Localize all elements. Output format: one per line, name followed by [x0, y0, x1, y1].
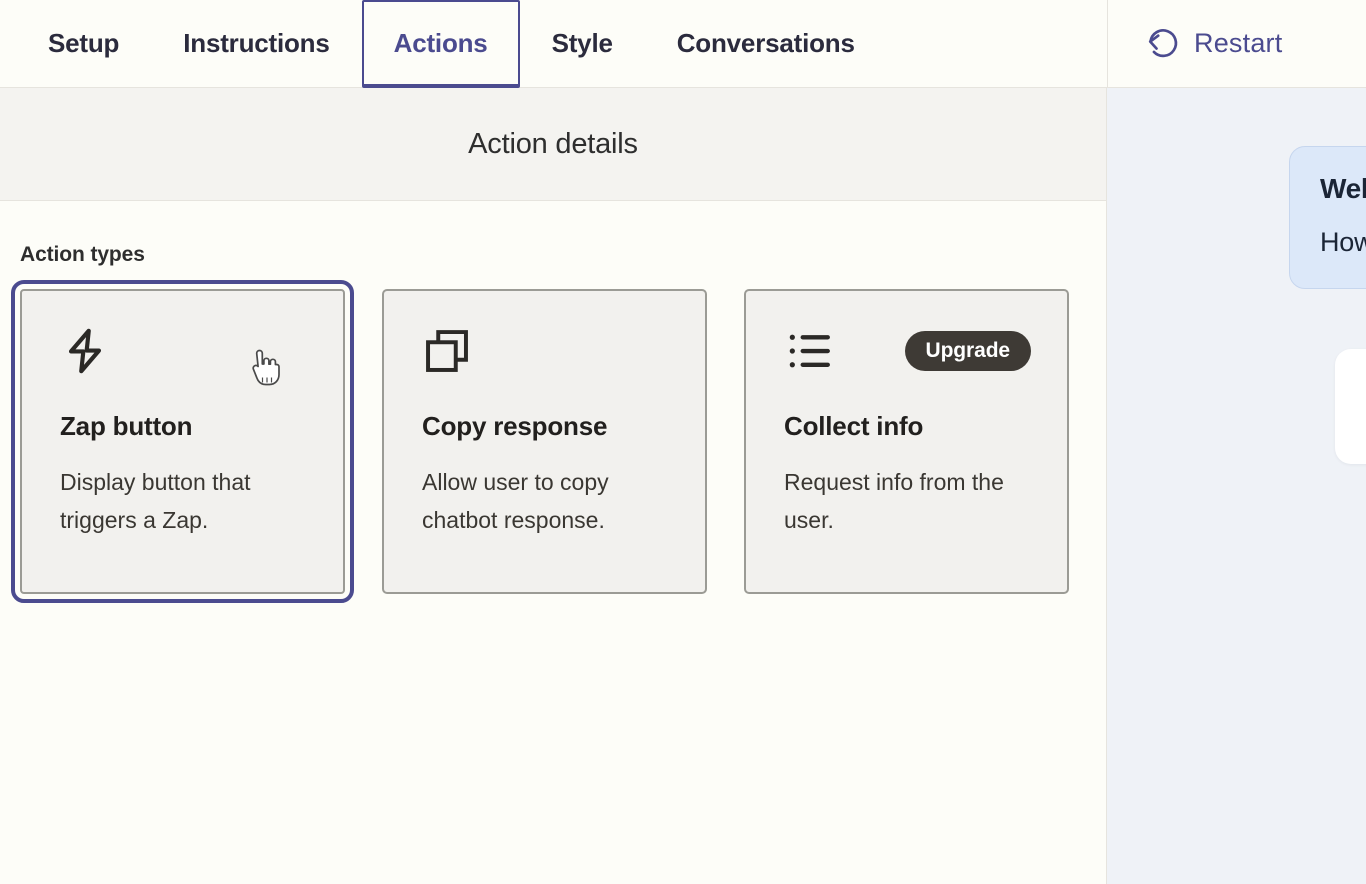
action-details-pane: Action details Action types Zap button D… [0, 88, 1107, 884]
card-title: Zap button [60, 411, 193, 441]
tab-instructions[interactable]: Instructions [151, 0, 361, 87]
action-type-card-collect-info[interactable]: Upgrade Collect info Request info from t… [744, 289, 1069, 594]
chat-welcome-bubble: Welcome! How can I help? [1289, 146, 1366, 289]
restart-label: Restart [1194, 28, 1283, 58]
card-title: Collect info [784, 411, 924, 441]
tab-style[interactable]: Style [520, 0, 645, 87]
tab-actions-label: Actions [393, 27, 488, 58]
chat-preview-card [1335, 349, 1366, 464]
tab-style-label: Style [551, 28, 613, 58]
action-types-content: Action types Zap button Display button t… [0, 201, 1106, 884]
page-title: Action details [468, 127, 638, 160]
tab-conversations-label: Conversations [676, 28, 855, 58]
restart-icon [1146, 27, 1180, 61]
lightning-bolt-icon [60, 326, 110, 376]
card-header-row [60, 323, 313, 379]
card-description: Request info from the user. [784, 469, 1004, 533]
tab-list: Setup Instructions Actions Style Convers… [0, 0, 887, 88]
editor-body: Action details Action types Zap button D… [0, 88, 1366, 884]
chat-welcome-body: How can I help? [1320, 227, 1366, 257]
chatbot-editor-window: Setup Instructions Actions Style Convers… [0, 0, 1366, 884]
card-header-row: Upgrade [784, 323, 1037, 379]
bulleted-list-icon [784, 326, 834, 376]
copy-icon [422, 326, 472, 376]
tab-setup[interactable]: Setup [16, 0, 151, 87]
chatbot-preview-pane: Welcome! How can I help? [1107, 88, 1366, 884]
action-details-header: Action details [0, 88, 1106, 201]
card-description: Display button that triggers a Zap. [60, 469, 251, 533]
card-title: Copy response [422, 411, 608, 441]
card-description: Allow user to copy chatbot response. [422, 469, 609, 533]
action-types-label: Action types [20, 243, 145, 266]
action-type-card-zap-button[interactable]: Zap button Display button that triggers … [11, 280, 354, 603]
tab-instructions-label: Instructions [183, 28, 330, 58]
action-type-card-copy-response[interactable]: Copy response Allow user to copy chatbot… [382, 289, 707, 594]
preview-toolbar: Restart [1107, 0, 1366, 87]
chat-preview: Welcome! How can I help? [1289, 146, 1366, 464]
tab-actions[interactable]: Actions [361, 0, 520, 88]
restart-button[interactable]: Restart [1146, 27, 1282, 61]
tab-setup-label: Setup [48, 28, 120, 58]
tab-conversations[interactable]: Conversations [645, 0, 887, 87]
top-tab-bar: Setup Instructions Actions Style Convers… [0, 0, 1366, 88]
chat-welcome-title: Welcome! [1320, 173, 1366, 204]
card-header-row [422, 323, 675, 379]
action-type-card-list: Zap button Display button that triggers … [11, 280, 1106, 603]
upgrade-badge[interactable]: Upgrade [904, 331, 1031, 371]
